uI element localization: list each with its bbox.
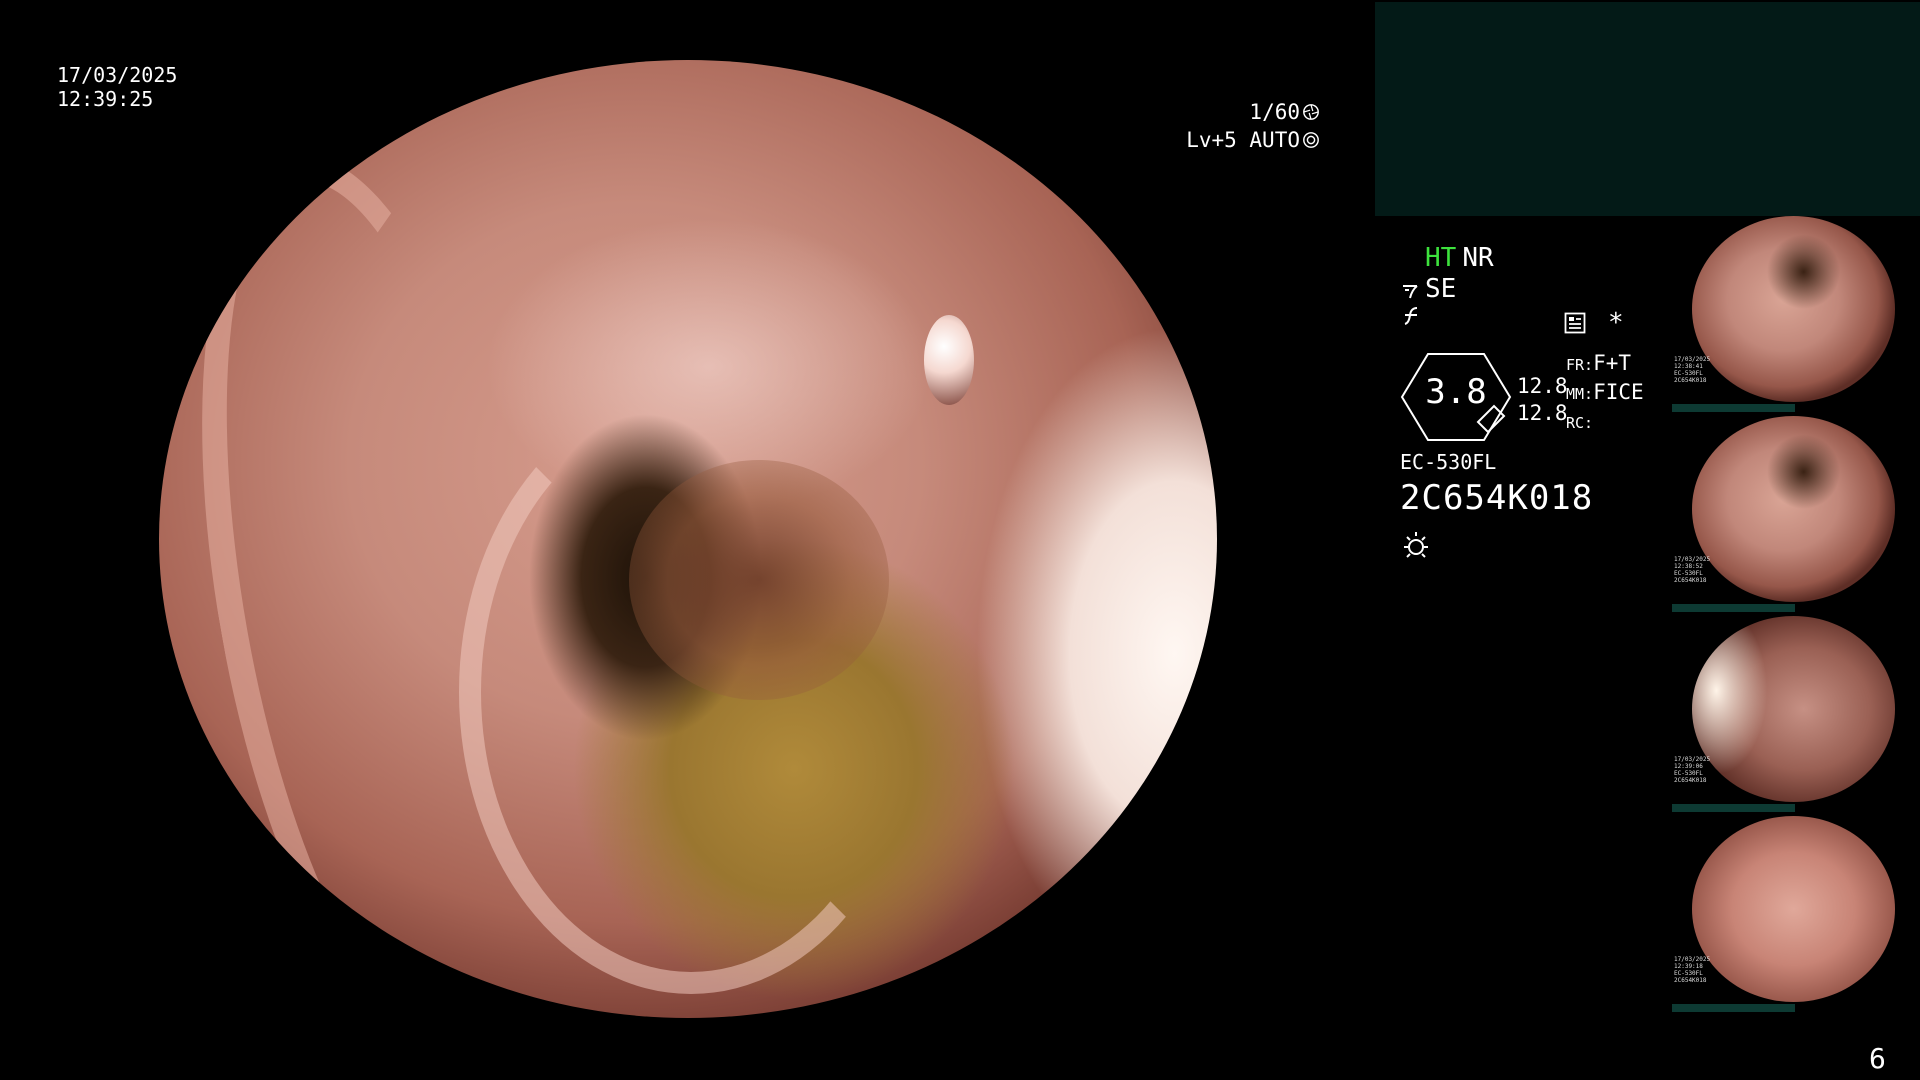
thumbnail-meta: 17/03/2025 12:38:52 EC-530FL 2C654K018 xyxy=(1674,556,1711,584)
record-icon xyxy=(1564,312,1586,334)
filter-icon xyxy=(1404,307,1418,325)
thumbnail-meta: 17/03/2025 12:38:41 EC-530FL 2C654K018 xyxy=(1674,356,1711,384)
scope-model: EC-530FL xyxy=(1400,450,1497,474)
status-marks: * xyxy=(1564,308,1624,338)
endoscope-image xyxy=(159,60,1217,1018)
thumbnail-bar xyxy=(1672,1004,1795,1012)
page-number: 6 xyxy=(1869,1042,1886,1075)
ht-indicator: HT xyxy=(1425,243,1457,273)
date-text: 17/03/2025 xyxy=(57,63,178,87)
lumen xyxy=(629,460,889,700)
fr-label: FR: xyxy=(1566,356,1594,374)
thumbnail-3[interactable]: 17/03/2025 12:39:06 EC-530FL 2C654K018 xyxy=(1672,616,1920,814)
thumbnail-meta: 17/03/2025 12:39:06 EC-530FL 2C654K018 xyxy=(1674,756,1711,784)
time-text: 12:39:25 xyxy=(57,87,154,111)
thumbnail-image xyxy=(1692,616,1895,802)
asterisk-mark: * xyxy=(1608,308,1624,338)
zoom-dial: 3.8 xyxy=(1400,352,1512,442)
thumbnail-meta: 17/03/2025 12:39:18 EC-530FL 2C654K018 xyxy=(1674,956,1711,984)
thumbnail-image xyxy=(1692,816,1895,1002)
mode-indicators: HT NR SE xyxy=(1401,243,1494,327)
thumbnail-2[interactable]: 17/03/2025 12:38:52 EC-530FL 2C654K018 xyxy=(1672,416,1920,614)
dial-value: 3.8 xyxy=(1425,372,1487,412)
nr-indicator: NR xyxy=(1462,243,1494,273)
exposure-readout: 1/60 Lv+5 AUTO xyxy=(1186,98,1320,154)
thumbnail-bar xyxy=(1672,804,1795,812)
scope-serial: 2C654K018 xyxy=(1400,478,1594,518)
aperture-icon xyxy=(1303,104,1319,120)
exposure-level: Lv+5 AUTO xyxy=(1186,128,1300,152)
thumbnail-bar xyxy=(1672,604,1795,612)
datetime: 17/03/2025 12:39:25 xyxy=(57,63,177,111)
fr-value: F+T xyxy=(1593,351,1632,375)
mm-value: FICE xyxy=(1593,380,1644,404)
reading-2: 12.8 xyxy=(1517,401,1568,425)
thumbnail-1[interactable]: 17/03/2025 12:38:41 EC-530FL 2C654K018 xyxy=(1672,216,1920,414)
processing-modes: FR:F+T MM:FICE RC: xyxy=(1566,350,1644,437)
bubble xyxy=(924,315,974,405)
readings: 12.8 12.8 xyxy=(1517,355,1568,427)
se-indicator: SE xyxy=(1425,274,1457,304)
mm-label: MM: xyxy=(1566,385,1594,403)
rc-label: RC: xyxy=(1566,414,1594,432)
thumbnail-image xyxy=(1692,416,1895,602)
info-panel-header xyxy=(1375,2,1920,216)
se-signal-icon xyxy=(1403,284,1418,298)
thumbnail-bar xyxy=(1672,404,1795,412)
shutter-speed: 1/60 xyxy=(1249,100,1300,124)
thumbnail-4[interactable]: 17/03/2025 12:39:18 EC-530FL 2C654K018 xyxy=(1672,816,1920,1014)
thumbnail-image xyxy=(1692,216,1895,402)
reading-1: 12.8 xyxy=(1517,374,1568,398)
light-icon xyxy=(1404,532,1428,558)
auto-exposure-icon xyxy=(1303,132,1319,148)
